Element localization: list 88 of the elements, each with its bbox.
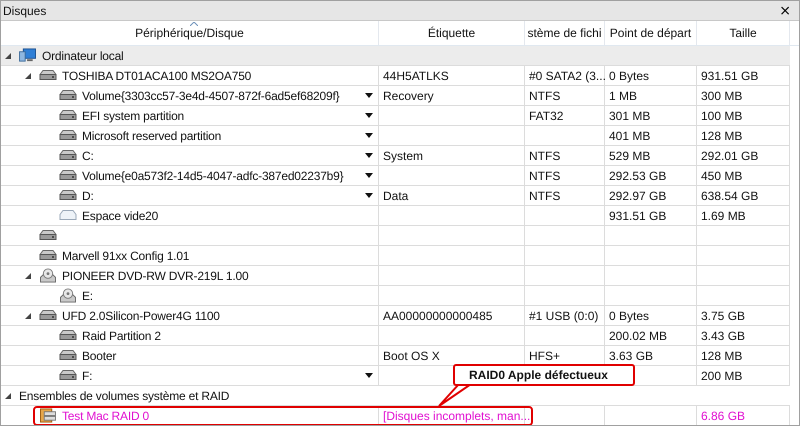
- device-name[interactable]: C:: [82, 148, 94, 162]
- device-name[interactable]: F:: [82, 368, 92, 382]
- table-cell: #0 SATA2 (3...: [529, 68, 606, 82]
- table-cell: Boot OS X: [383, 348, 440, 362]
- group-heading: Ordinateur local: [42, 48, 124, 62]
- expander-icon[interactable]: [25, 272, 31, 278]
- table-cell: 292.53 GB: [609, 168, 666, 182]
- device-name[interactable]: EFI system partition: [82, 108, 184, 122]
- device-name[interactable]: Microsoft reserved partition: [82, 128, 222, 142]
- hard-drive-icon: [59, 148, 77, 163]
- device-name[interactable]: Volume{3303cc57-3e4d-4507-872f-6ad5ef68209f}: [82, 88, 340, 102]
- table-cell: NTFS: [529, 188, 560, 202]
- hard-drive-icon: [59, 108, 77, 123]
- table-cell: 450 MB: [701, 168, 742, 182]
- table-cell: 292.97 GB: [609, 188, 666, 202]
- device-name[interactable]: UFD 2.0Silicon-Power4G 1100: [62, 308, 220, 322]
- table-cell: 3.63 GB: [609, 348, 654, 362]
- expander-icon[interactable]: [5, 52, 11, 58]
- device-name[interactable]: D:: [82, 188, 94, 202]
- device-name[interactable]: Test Mac RAID 0: [62, 408, 150, 422]
- hard-drive-icon: [59, 168, 77, 183]
- expander-icon[interactable]: [5, 392, 11, 398]
- group-row[interactable]: Ordinateur local: [1, 46, 790, 65]
- table-cell: 128 MB: [701, 128, 742, 142]
- optical-drive-icon: [39, 268, 57, 283]
- table-cell: FAT32: [529, 108, 564, 122]
- table-cell: 292.01 GB: [701, 148, 758, 162]
- hard-drive-icon: [39, 248, 57, 263]
- table-cell: 401 MB: [609, 128, 650, 142]
- computer-icon: [19, 48, 37, 63]
- table-cell: 100 MB: [701, 108, 742, 122]
- device-name[interactable]: Espace vide20: [82, 208, 158, 222]
- table-cell: 529 MB: [609, 148, 650, 162]
- table-cell: System: [383, 148, 424, 162]
- group-heading: Ensembles de volumes système et RAID: [19, 388, 230, 402]
- hard-drive-icon: [39, 68, 57, 83]
- hard-drive-icon: [59, 348, 77, 363]
- table-cell: 200 MB: [701, 368, 742, 382]
- drive-outline-icon: [59, 208, 77, 223]
- hard-drive-icon: [59, 188, 77, 203]
- raid-array-icon: [39, 408, 57, 423]
- table-cell: HFS+: [529, 348, 560, 362]
- table-cell: [Disques incomplets, man...: [383, 408, 530, 422]
- close-button[interactable]: ×: [775, 2, 795, 18]
- table-cell: 301 MB: [609, 108, 650, 122]
- column-header[interactable]: stème de fichi: [525, 21, 605, 45]
- table-cell: NTFS: [529, 168, 560, 182]
- table-cell: Recovery: [383, 88, 434, 102]
- expander-icon[interactable]: [25, 72, 31, 78]
- device-name[interactable]: Raid Partition 2: [82, 328, 161, 342]
- optical-drive-icon: [59, 288, 77, 303]
- table-cell: 1 MB: [609, 88, 638, 102]
- device-name[interactable]: Marvell 91xx Config 1.01: [62, 248, 190, 262]
- column-header[interactable]: Point de départ: [605, 21, 697, 45]
- hard-drive-icon: [59, 368, 77, 383]
- table-cell: NTFS: [529, 88, 560, 102]
- table-cell: 6.86 GB: [701, 408, 746, 422]
- hard-drive-icon: [59, 88, 77, 103]
- window-title: Disques: [3, 4, 46, 18]
- table-cell: 3.43 GB: [701, 328, 746, 342]
- device-name[interactable]: Booter: [82, 348, 116, 362]
- device-name[interactable]: PIONEER DVD-RW DVR-219L 1.00: [62, 268, 248, 282]
- table-cell: 44H5ATLKS: [383, 68, 449, 82]
- table-cell: NTFS: [529, 148, 560, 162]
- device-name[interactable]: E:: [82, 288, 93, 302]
- table-cell: 0 Bytes: [609, 68, 650, 82]
- expander-icon[interactable]: [25, 312, 31, 318]
- table-cell: 3.75 GB: [701, 308, 746, 322]
- table-cell: #1 USB (0:0): [529, 308, 598, 322]
- device-name[interactable]: TOSHIBA DT01ACA100 MS2OA750: [62, 68, 252, 82]
- table-cell: 300 MB: [701, 88, 742, 102]
- table-cell: 1.69 MB: [701, 208, 746, 222]
- hard-drive-icon: [39, 228, 57, 243]
- table-cell: 200.02 MB: [609, 328, 668, 342]
- hard-drive-icon: [39, 308, 57, 323]
- device-name[interactable]: Volume{e0a573f2-14d5-4047-adfc-387ed02237b9}: [82, 168, 344, 182]
- hard-drive-icon: [59, 328, 77, 343]
- table-cell: AA00000000000485: [383, 308, 492, 322]
- column-header[interactable]: Périphérique/Disque: [1, 21, 379, 45]
- column-header[interactable]: Taille: [697, 21, 790, 45]
- table-cell: 931.51 GB: [609, 208, 666, 222]
- table-cell: 128 MB: [701, 348, 742, 362]
- table-cell: 931.51 GB: [701, 68, 758, 82]
- table-cell: 0 Bytes: [609, 308, 650, 322]
- hard-drive-icon: [59, 128, 77, 143]
- column-header[interactable]: Étiquette: [379, 21, 525, 45]
- table-cell: Data: [383, 188, 408, 202]
- table-cell: 638.54 GB: [701, 188, 758, 202]
